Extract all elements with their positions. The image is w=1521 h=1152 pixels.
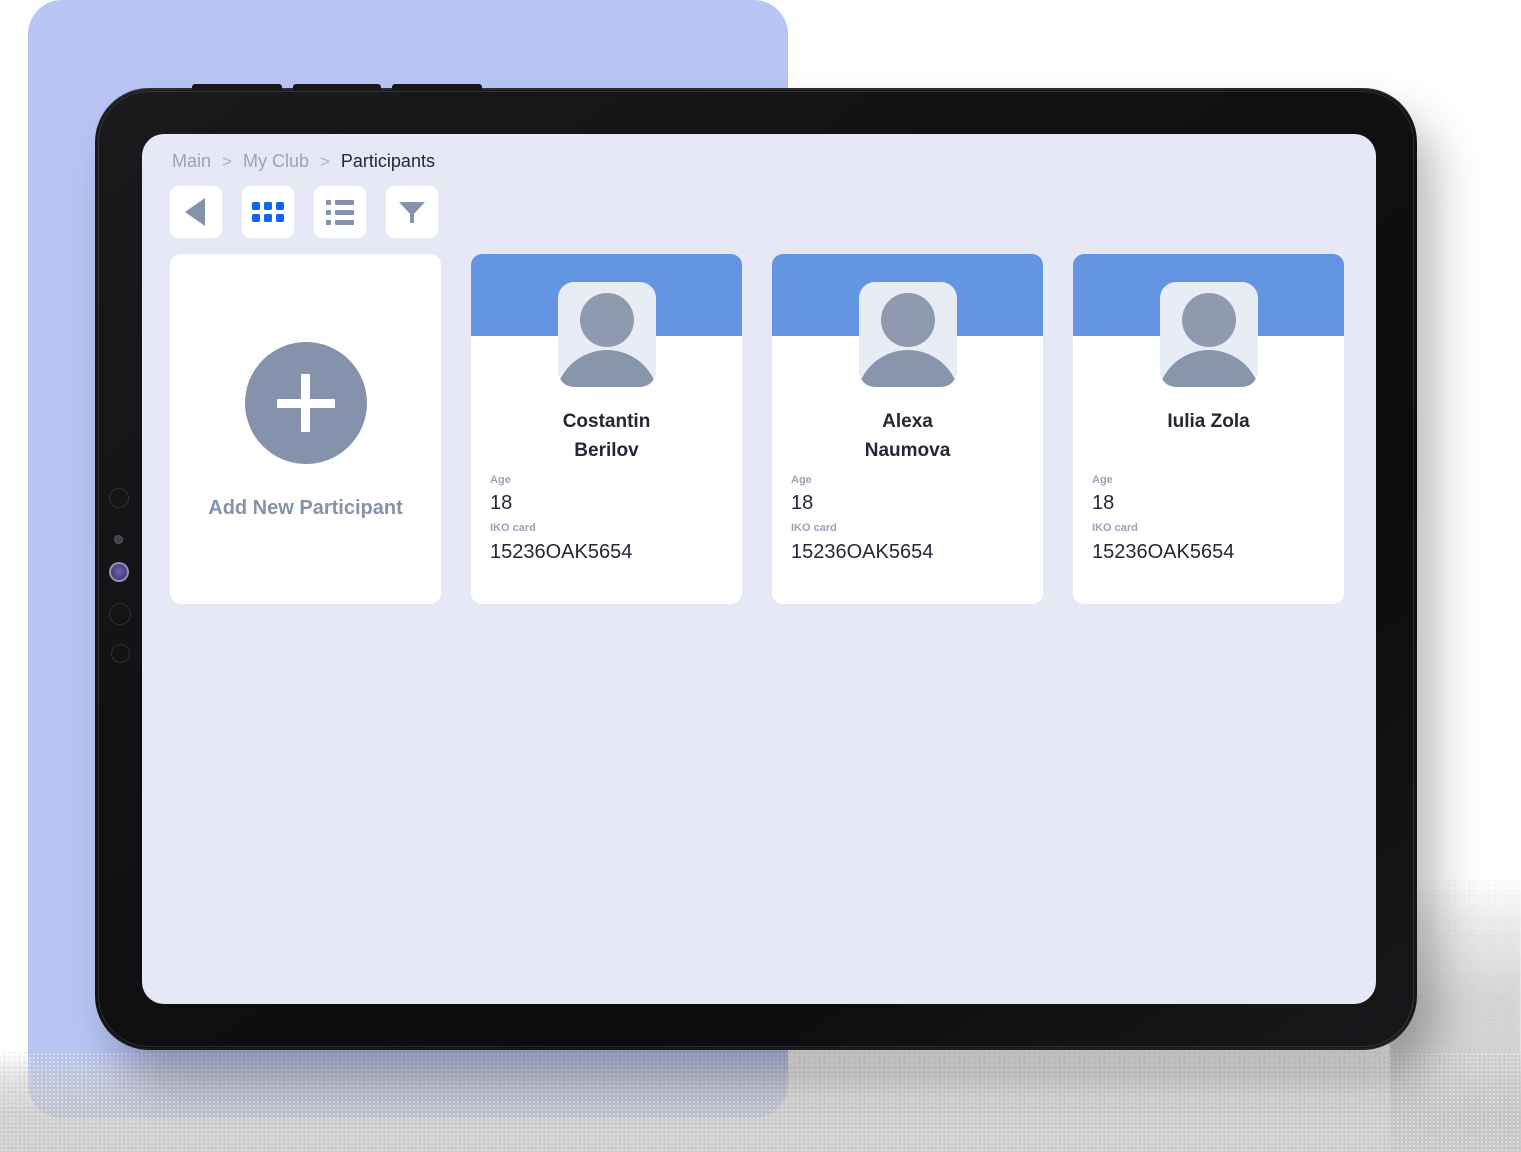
- grid-view-button[interactable]: [242, 186, 294, 238]
- breadcrumb-separator-2: >: [319, 151, 330, 171]
- avatar-head-icon: [1181, 293, 1236, 347]
- participants-card-grid: Add New Participant Costantin Berilov Ag…: [170, 254, 1344, 604]
- filter-funnel-icon: [399, 199, 425, 225]
- iko-card-value: 15236OAK5654: [1092, 540, 1235, 563]
- participant-fields: Age 18 IKO card 15236OAK5654: [490, 473, 722, 570]
- avatar: [557, 282, 656, 387]
- grain-texture-bottom: [0, 1052, 1521, 1152]
- iko-card-label: IKO card: [1092, 522, 1138, 535]
- scene-root: Main > My Club > Participants Add New Pa…: [0, 0, 1521, 1152]
- tablet-side-mark-3: [111, 644, 130, 663]
- avatar-head-icon: [579, 293, 634, 347]
- back-arrow-icon: [184, 198, 205, 226]
- plus-icon: [244, 342, 367, 464]
- add-new-participant-card[interactable]: Add New Participant: [170, 254, 441, 604]
- avatar-body-icon: [858, 350, 957, 387]
- breadcrumb-separator-1: >: [222, 151, 232, 171]
- participant-last-name: Naumova: [864, 440, 951, 462]
- participant-first-name: Costantin: [562, 411, 651, 432]
- participant-fields: Age 18 IKO card 15236OAK5654: [791, 473, 1023, 570]
- tablet-screen: Main > My Club > Participants Add New Pa…: [142, 134, 1376, 1004]
- filter-button[interactable]: [386, 186, 438, 238]
- breadcrumb: Main > My Club > Participants: [172, 152, 435, 170]
- participant-card[interactable]: Costantin Berilov Age 18 IKO card 15236O…: [471, 254, 742, 604]
- tablet-side-dot: [114, 535, 123, 544]
- participant-full-name: Iulia Zola: [1167, 411, 1250, 432]
- tablet-top-nub-1: [192, 84, 282, 90]
- floor-shadow-bottom: [0, 1052, 1521, 1152]
- avatar: [1159, 282, 1258, 387]
- add-new-participant-label: Add New Participant: [208, 497, 403, 519]
- list-view-button[interactable]: [314, 186, 366, 238]
- participant-card[interactable]: Alexa Naumova Age 18 IKO card 15236OAK56…: [772, 254, 1043, 604]
- avatar-body-icon: [557, 350, 656, 387]
- age-label: Age: [791, 474, 812, 486]
- tablet-side-lens: [109, 562, 129, 582]
- breadcrumb-item-main[interactable]: Main: [172, 152, 211, 170]
- iko-card-value: 15236OAK5654: [791, 540, 934, 563]
- back-button[interactable]: [170, 186, 222, 238]
- breadcrumb-item-participants: Participants: [340, 151, 435, 171]
- iko-card-value: 15236OAK5654: [490, 540, 633, 563]
- avatar-body-icon: [1159, 350, 1258, 387]
- grid-icon: [252, 202, 284, 222]
- tablet-side-mark-1: [109, 488, 129, 508]
- participant-card[interactable]: Iulia Zola Age 18 IKO card 15236OAK5654: [1073, 254, 1344, 604]
- tablet-top-nub-3: [392, 84, 482, 90]
- list-icon: [326, 199, 354, 225]
- iko-card-label: IKO card: [490, 522, 536, 535]
- tablet-device: Main > My Club > Participants Add New Pa…: [95, 84, 1417, 1050]
- participant-first-name: Alexa: [882, 411, 933, 432]
- age-value: 18: [791, 492, 814, 515]
- participant-name: Alexa Naumova: [772, 407, 1043, 466]
- iko-card-label: IKO card: [791, 522, 837, 535]
- age-label: Age: [490, 474, 511, 486]
- avatar-head-icon: [880, 293, 935, 347]
- view-toolbar: [170, 186, 438, 238]
- tablet-side-mark-2: [109, 603, 131, 625]
- age-label: Age: [1092, 474, 1113, 486]
- participant-name: Costantin Berilov: [471, 407, 742, 466]
- participant-last-name: Berilov: [574, 440, 639, 462]
- participant-name: Iulia Zola: [1073, 407, 1344, 436]
- tablet-top-nub-2: [293, 84, 381, 90]
- breadcrumb-item-my-club[interactable]: My Club: [243, 152, 309, 170]
- age-value: 18: [490, 492, 513, 515]
- age-value: 18: [1092, 492, 1115, 515]
- participant-fields: Age 18 IKO card 15236OAK5654: [1092, 473, 1324, 570]
- avatar: [858, 282, 957, 387]
